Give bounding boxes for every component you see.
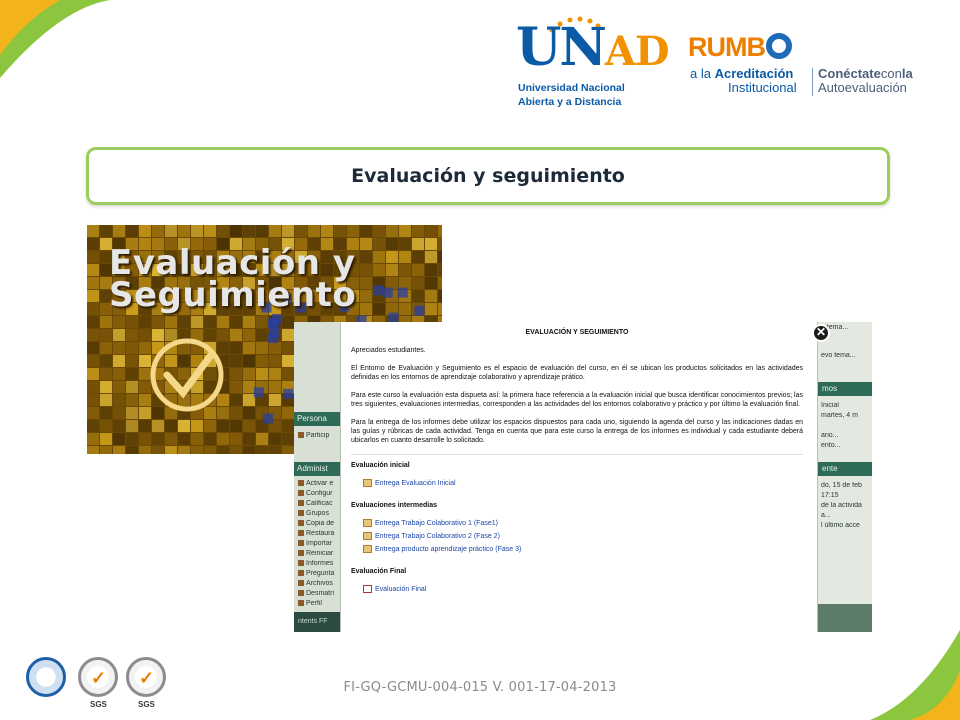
assignment-link-label: Evaluación Final [375, 585, 427, 593]
document-code: FI-GQ-GCMU-004-015 V. 001-17-04-2013 [343, 680, 617, 695]
logo-divider [812, 68, 813, 96]
assignment-link-label: Entrega Evaluación Inicial [375, 479, 456, 487]
modal-heading: EVALUACIÓN Y SEGUIMIENTO [525, 329, 629, 336]
calendar-line: ento... [821, 442, 841, 449]
calendar-line: Inicial [821, 402, 839, 409]
admin-block-title: Administ [294, 462, 340, 476]
admin-menu-item[interactable]: Activar e [298, 480, 340, 487]
section-initial-title: Evaluación inicial [351, 462, 410, 469]
admin-menu-item[interactable]: Archivos [298, 580, 340, 587]
people-block-title: Persona [294, 412, 340, 426]
rumbo-o-icon [766, 33, 792, 59]
section-final-title: Evaluación Final [351, 568, 407, 575]
assignment-link-label: Entrega Trabajo Colaborativo 2 (Fase 2) [375, 532, 500, 540]
quiz-icon [363, 585, 372, 593]
admin-menu-item[interactable]: Configur [298, 490, 340, 497]
admin-menu-item[interactable]: Grupos [298, 510, 340, 517]
admin-menu-item[interactable]: Calificac [298, 500, 340, 507]
banner-line2: Seguimiento [109, 275, 357, 315]
recent-activity-line: 17:15 [821, 492, 839, 499]
modal-paragraph-2: Para este curso la evaluación esta dispu… [351, 392, 803, 408]
conectate-line1: Conéctateconla [818, 66, 913, 81]
course-screenshot: Persona Particip Administ Activar e Confi… [294, 322, 872, 632]
admin-menu-item[interactable]: Perfil [298, 600, 340, 607]
modal-divider [351, 454, 803, 455]
modal-greeting: Apreciados estudiantes. [351, 347, 426, 354]
recent-activity-line: do, 15 de feb [821, 482, 862, 489]
assignment-icon [363, 532, 372, 540]
left-footer: ntents FF [294, 612, 340, 632]
admin-menu-item[interactable]: Pregunta [298, 570, 340, 577]
assignment-icon [363, 545, 372, 553]
right-block2-title: ente [818, 462, 872, 476]
assignment-link[interactable]: Entrega Trabajo Colaborativo 1 (Fase1) [363, 518, 803, 528]
close-modal-button[interactable]: ✕ [812, 324, 830, 342]
admin-menu-item[interactable]: Importar [298, 540, 340, 547]
assignment-link[interactable]: Entrega producto aprendizaje práctico (F… [363, 544, 803, 554]
admin-menu-item[interactable]: Reiniciar [298, 550, 340, 557]
right-sidebar: n tema... evo tema... mos Inicial martes,… [818, 322, 872, 604]
assignment-icon [363, 519, 372, 527]
rumbo-line1: a la Acreditación [690, 66, 794, 81]
calendar-line: ario... [821, 432, 839, 439]
left-sidebar: Persona Particip Administ Activar e Confi… [294, 322, 340, 632]
modal-paragraph-1: El Entorno de Evaluación y Seguimiento e… [351, 365, 803, 381]
section-intermediate-title: Evaluaciones intermedias [351, 502, 437, 509]
unad-name-line2: Abierta y a Distancia [518, 96, 622, 108]
rumbo-acreditacion-logo: RUMB a la Acreditación Institucional Con… [688, 32, 928, 98]
assignment-link-label: Entrega Trabajo Colaborativo 1 (Fase1) [375, 519, 498, 527]
recent-activity-line: de la activida [821, 502, 862, 509]
slide-title-box: Evaluación y seguimiento [86, 147, 890, 205]
rumbo-line2: Institucional [728, 80, 797, 95]
assignment-link[interactable]: Evaluación Final [363, 584, 803, 594]
evaluation-modal: EVALUACIÓN Y SEGUIMIENTO Apreciados estu… [340, 322, 818, 632]
unad-name-line1: Universidad Nacional [518, 82, 625, 94]
right-block1-title: mos [818, 382, 872, 396]
modal-paragraph-3: Para la entrega de los informes debe uti… [351, 419, 803, 444]
assignment-link-label: Entrega producto aprendizaje práctico (F… [375, 545, 522, 553]
admin-menu-item[interactable]: Copia de [298, 520, 340, 527]
rumbo-wordmark: RUMB [688, 32, 792, 63]
admin-menu-item[interactable]: Informes [298, 560, 340, 567]
unad-logo: UNAD Universidad Nacional Abierta y a Di… [516, 16, 670, 108]
unad-wordmark: UNAD [516, 17, 670, 78]
participants-link[interactable]: Particip [298, 432, 340, 439]
corner-decoration-top-left [0, 0, 110, 78]
admin-menu-item[interactable]: Desmatri [298, 590, 340, 597]
slide-title: Evaluación y seguimiento [351, 165, 625, 187]
assignment-link[interactable]: Entrega Evaluación Inicial [363, 478, 803, 488]
assignment-link[interactable]: Entrega Trabajo Colaborativo 2 (Fase 2) [363, 531, 803, 541]
calendar-line: martes, 4 m [821, 412, 858, 419]
new-topic-link[interactable]: evo tema... [821, 352, 872, 359]
corner-decoration-bottom-right [870, 630, 960, 720]
admin-menu-item[interactable]: Restaura [298, 530, 340, 537]
conectate-line2: Autoevaluación [818, 80, 907, 95]
assignment-icon [363, 479, 372, 487]
recent-activity-line: a... [821, 512, 831, 519]
recent-activity-line: l último acce [821, 522, 860, 529]
